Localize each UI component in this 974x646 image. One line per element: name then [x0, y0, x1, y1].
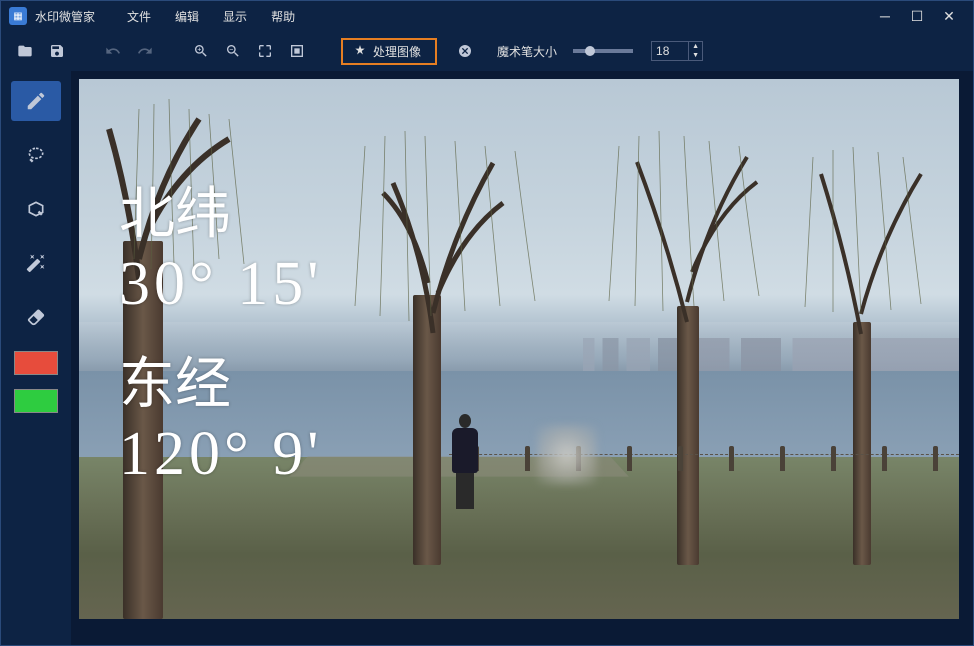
toolbar: 处理图像 魔术笔大小 ▲ ▼ [1, 31, 973, 71]
save-button[interactable] [45, 39, 69, 63]
undo-button[interactable] [101, 39, 125, 63]
cancel-icon [457, 43, 473, 59]
zoom-in-button[interactable] [189, 39, 213, 63]
maximize-button[interactable]: ☐ [901, 1, 933, 31]
process-label: 处理图像 [373, 43, 421, 60]
person-figure [449, 414, 481, 509]
color-green[interactable] [14, 389, 58, 413]
menu-edit[interactable]: 编辑 [163, 8, 211, 25]
process-image-button[interactable]: 处理图像 [341, 38, 437, 65]
pencil-icon [25, 90, 47, 112]
menu-help[interactable]: 帮助 [259, 8, 307, 25]
image-content: 北纬 30° 15' 东经 120° 9' [79, 79, 959, 619]
canvas-area[interactable]: 北纬 30° 15' 东经 120° 9' [71, 71, 973, 645]
undo-icon [105, 43, 121, 59]
lasso-icon [26, 145, 46, 165]
process-icon [353, 44, 367, 58]
magic-wand-tool[interactable] [11, 243, 61, 283]
eraser-tool[interactable] [11, 297, 61, 337]
fit-screen-button[interactable] [253, 39, 277, 63]
minimize-button[interactable]: ─ [869, 1, 901, 31]
titlebar: ▦ 水印微管家 文件 编辑 显示 帮助 ─ ☐ ✕ [1, 1, 973, 31]
eraser-icon [26, 307, 46, 327]
actual-size-button[interactable] [285, 39, 309, 63]
fit-icon [257, 43, 273, 59]
pencil-tool[interactable] [11, 81, 61, 121]
brush-size-spinner[interactable]: ▲ ▼ [651, 41, 703, 61]
folder-open-icon [17, 43, 33, 59]
color-red[interactable] [14, 351, 58, 375]
brush-size-label: 魔术笔大小 [497, 43, 557, 60]
zoom-in-icon [193, 43, 209, 59]
polygon-tool[interactable] [11, 189, 61, 229]
spinner-down[interactable]: ▼ [689, 51, 702, 60]
brush-size-input[interactable] [652, 44, 688, 58]
menu-file[interactable]: 文件 [115, 8, 163, 25]
cancel-button[interactable] [453, 39, 477, 63]
open-button[interactable] [13, 39, 37, 63]
save-icon [49, 43, 65, 59]
sidebar [1, 71, 71, 645]
menu-view[interactable]: 显示 [211, 8, 259, 25]
redo-button[interactable] [133, 39, 157, 63]
close-button[interactable]: ✕ [933, 1, 965, 31]
app-title: 水印微管家 [35, 8, 95, 25]
zoom-out-icon [225, 43, 241, 59]
app-icon: ▦ [9, 7, 27, 25]
spinner-up[interactable]: ▲ [689, 42, 702, 51]
lasso-tool[interactable] [11, 135, 61, 175]
polygon-icon [26, 199, 46, 219]
brush-size-slider[interactable] [573, 49, 633, 53]
actual-size-icon [289, 43, 305, 59]
zoom-out-button[interactable] [221, 39, 245, 63]
redo-icon [137, 43, 153, 59]
wand-icon [26, 253, 46, 273]
